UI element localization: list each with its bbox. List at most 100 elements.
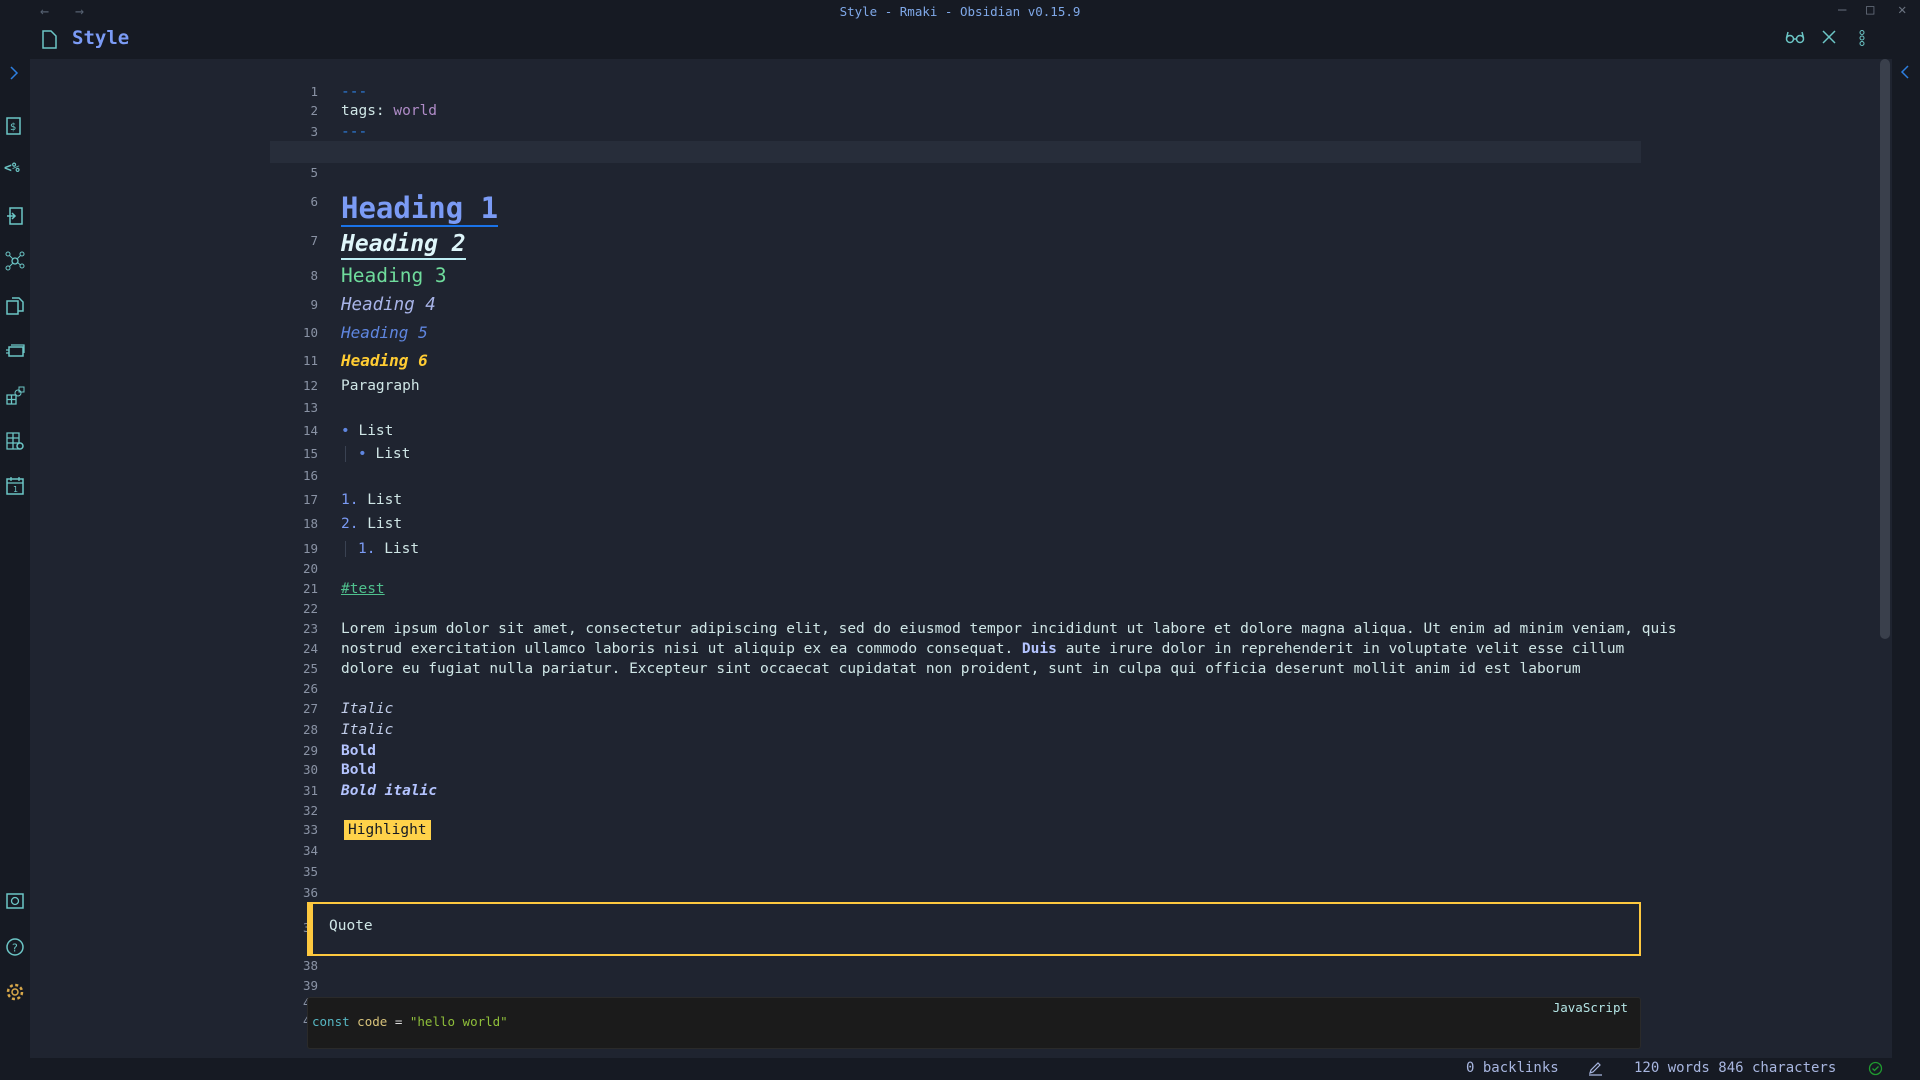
editor-line[interactable]: 26 <box>30 678 1892 700</box>
editor-line[interactable]: 2 tags: world <box>30 100 1892 122</box>
import-icon[interactable] <box>5 206 25 226</box>
cards-icon[interactable] <box>5 341 25 361</box>
editor-line[interactable]: 14 • List <box>30 420 1892 442</box>
graph-icon[interactable] <box>5 251 25 271</box>
editor-line[interactable]: 16 <box>30 465 1892 487</box>
code-block[interactable]: JavaScript const code = "hello world" <box>307 997 1641 1049</box>
editor-line[interactable]: 18 2. List <box>30 513 1892 535</box>
editor-line[interactable]: 19 1. List <box>30 538 1892 560</box>
line-number: 35 <box>302 864 318 879</box>
chevron-left-icon[interactable] <box>1900 64 1910 80</box>
editor-line[interactable]: 11 Heading 6 <box>30 350 1892 372</box>
list-number: 1. <box>341 492 359 508</box>
editor-line[interactable]: 21 #test <box>30 578 1892 600</box>
editor-line[interactable]: 31 Bold italic <box>30 780 1892 802</box>
table-settings-icon[interactable] <box>5 431 25 451</box>
editor-line[interactable]: 38 <box>30 955 1892 977</box>
backlinks-count[interactable]: 0 backlinks <box>1466 1060 1559 1076</box>
editor-line[interactable]: 17 1. List <box>30 489 1892 511</box>
editor-line[interactable]: 25 dolore eu fugiat nulla pariatur. Excep… <box>30 658 1892 680</box>
editor-line[interactable]: 30 Bold <box>30 759 1892 781</box>
close-window-button[interactable]: ✕ <box>1898 2 1906 18</box>
calendar-icon[interactable]: 1 <box>5 476 25 496</box>
line-number: 3 <box>310 124 318 139</box>
bullet: • <box>358 446 367 462</box>
settings-icon[interactable] <box>5 982 25 1002</box>
status-bar: 0 backlinks 120 words 846 characters <box>0 1058 1920 1080</box>
editor-line[interactable]: 34 <box>30 840 1892 862</box>
editor-line[interactable]: 13 <box>30 397 1892 419</box>
editor-line[interactable]: 27 Italic <box>30 698 1892 720</box>
list-item: List <box>375 446 411 462</box>
more-options-icon[interactable] <box>1858 30 1866 46</box>
line-number: 31 <box>302 783 318 798</box>
line-number: 9 <box>310 297 318 312</box>
editor[interactable]: 1---2tags: world3---456Heading 17Heading… <box>30 59 1892 1058</box>
editor-line[interactable]: 3 --- <box>30 121 1892 143</box>
page-title[interactable]: Style <box>72 27 129 49</box>
pencil-icon[interactable] <box>1588 1061 1603 1076</box>
editor-line[interactable]: 15 • List <box>30 443 1892 465</box>
bold-italic-text: Bold italic <box>341 783 438 799</box>
code-language: JavaScript <box>1552 1000 1628 1015</box>
word-count: 120 words 846 characters <box>1634 1060 1837 1076</box>
close-icon[interactable] <box>1822 30 1836 44</box>
highlight-text: Highlight <box>348 822 427 838</box>
frontmatter-delimiter: --- <box>341 84 368 100</box>
editor-line[interactable]: 7 Heading 2 <box>30 230 1892 260</box>
paragraph: Paragraph <box>341 378 420 394</box>
editor-line[interactable]: 22 <box>30 598 1892 620</box>
editor-line[interactable]: 20 <box>30 558 1892 580</box>
line-number: 27 <box>302 701 318 716</box>
svg-text:?: ? <box>12 942 18 955</box>
editor-line[interactable]: 9 Heading 4 <box>30 294 1892 316</box>
code-keyword: const <box>312 1014 350 1029</box>
line-number: 17 <box>302 492 318 507</box>
receipt-dollar-icon[interactable]: $ <box>5 116 25 136</box>
line-number: 23 <box>302 621 318 636</box>
line-number: 19 <box>302 541 318 556</box>
editor-line[interactable]: 23 Lorem ipsum dolor sit amet, consectetu… <box>30 618 1892 640</box>
line-number: 15 <box>302 446 318 461</box>
tag-link[interactable]: #test <box>341 581 385 597</box>
chevron-right-icon[interactable] <box>9 65 19 81</box>
editor-line[interactable]: 10 Heading 5 <box>30 322 1892 344</box>
dashboard-icon[interactable] <box>5 386 25 406</box>
editor-line[interactable]: 5 <box>30 162 1892 184</box>
vault-icon[interactable] <box>5 891 25 911</box>
editor-line[interactable]: 24 nostrud exercitation ullamco laboris n… <box>30 638 1892 660</box>
editor-line[interactable]: 6 Heading 1 <box>30 191 1892 227</box>
heading-6: Heading 6 <box>341 351 428 370</box>
heading-4: Heading 4 <box>341 295 436 315</box>
quote-text: Quote <box>329 918 373 934</box>
templater-icon[interactable]: <% <box>4 161 20 176</box>
editor-line[interactable]: 8 Heading 3 <box>30 265 1892 287</box>
blockquote[interactable]: Quote <box>307 902 1641 956</box>
editor-line[interactable]: 33 Highlight <box>30 819 1892 841</box>
bold-text: Bold <box>341 743 376 759</box>
minimize-button[interactable]: – <box>1838 2 1846 18</box>
editor-line[interactable]: 36 <box>30 882 1892 904</box>
line-number: 14 <box>302 423 318 438</box>
line-number: 16 <box>302 468 318 483</box>
help-icon[interactable]: ? <box>5 937 25 957</box>
editor-line[interactable]: 35 <box>30 861 1892 883</box>
line-number: 24 <box>302 641 318 656</box>
maximize-button[interactable]: □ <box>1866 2 1874 18</box>
copy-document-icon[interactable] <box>5 296 25 316</box>
list-item: List <box>358 423 394 439</box>
text: aute irure dolor in reprehenderit in vol… <box>1056 641 1625 657</box>
sync-check-icon[interactable] <box>1868 1061 1883 1076</box>
text: nostrud exercitation ullamco laboris nis… <box>341 641 1022 657</box>
editor-line[interactable]: 12 Paragraph <box>30 375 1892 397</box>
reading-glasses-icon[interactable] <box>1785 30 1805 44</box>
editor-line[interactable]: 28 Italic <box>30 719 1892 741</box>
editor-line[interactable]: 4 <box>30 141 1892 163</box>
list-item: List <box>384 541 420 557</box>
heading-3: Heading 3 <box>341 264 447 287</box>
scrollbar[interactable] <box>1880 59 1890 639</box>
line-number: 34 <box>302 843 318 858</box>
bold-text: Bold <box>341 762 376 778</box>
line-number: 33 <box>302 822 318 837</box>
left-ribbon: $ <% 1 ? <box>0 59 30 1058</box>
